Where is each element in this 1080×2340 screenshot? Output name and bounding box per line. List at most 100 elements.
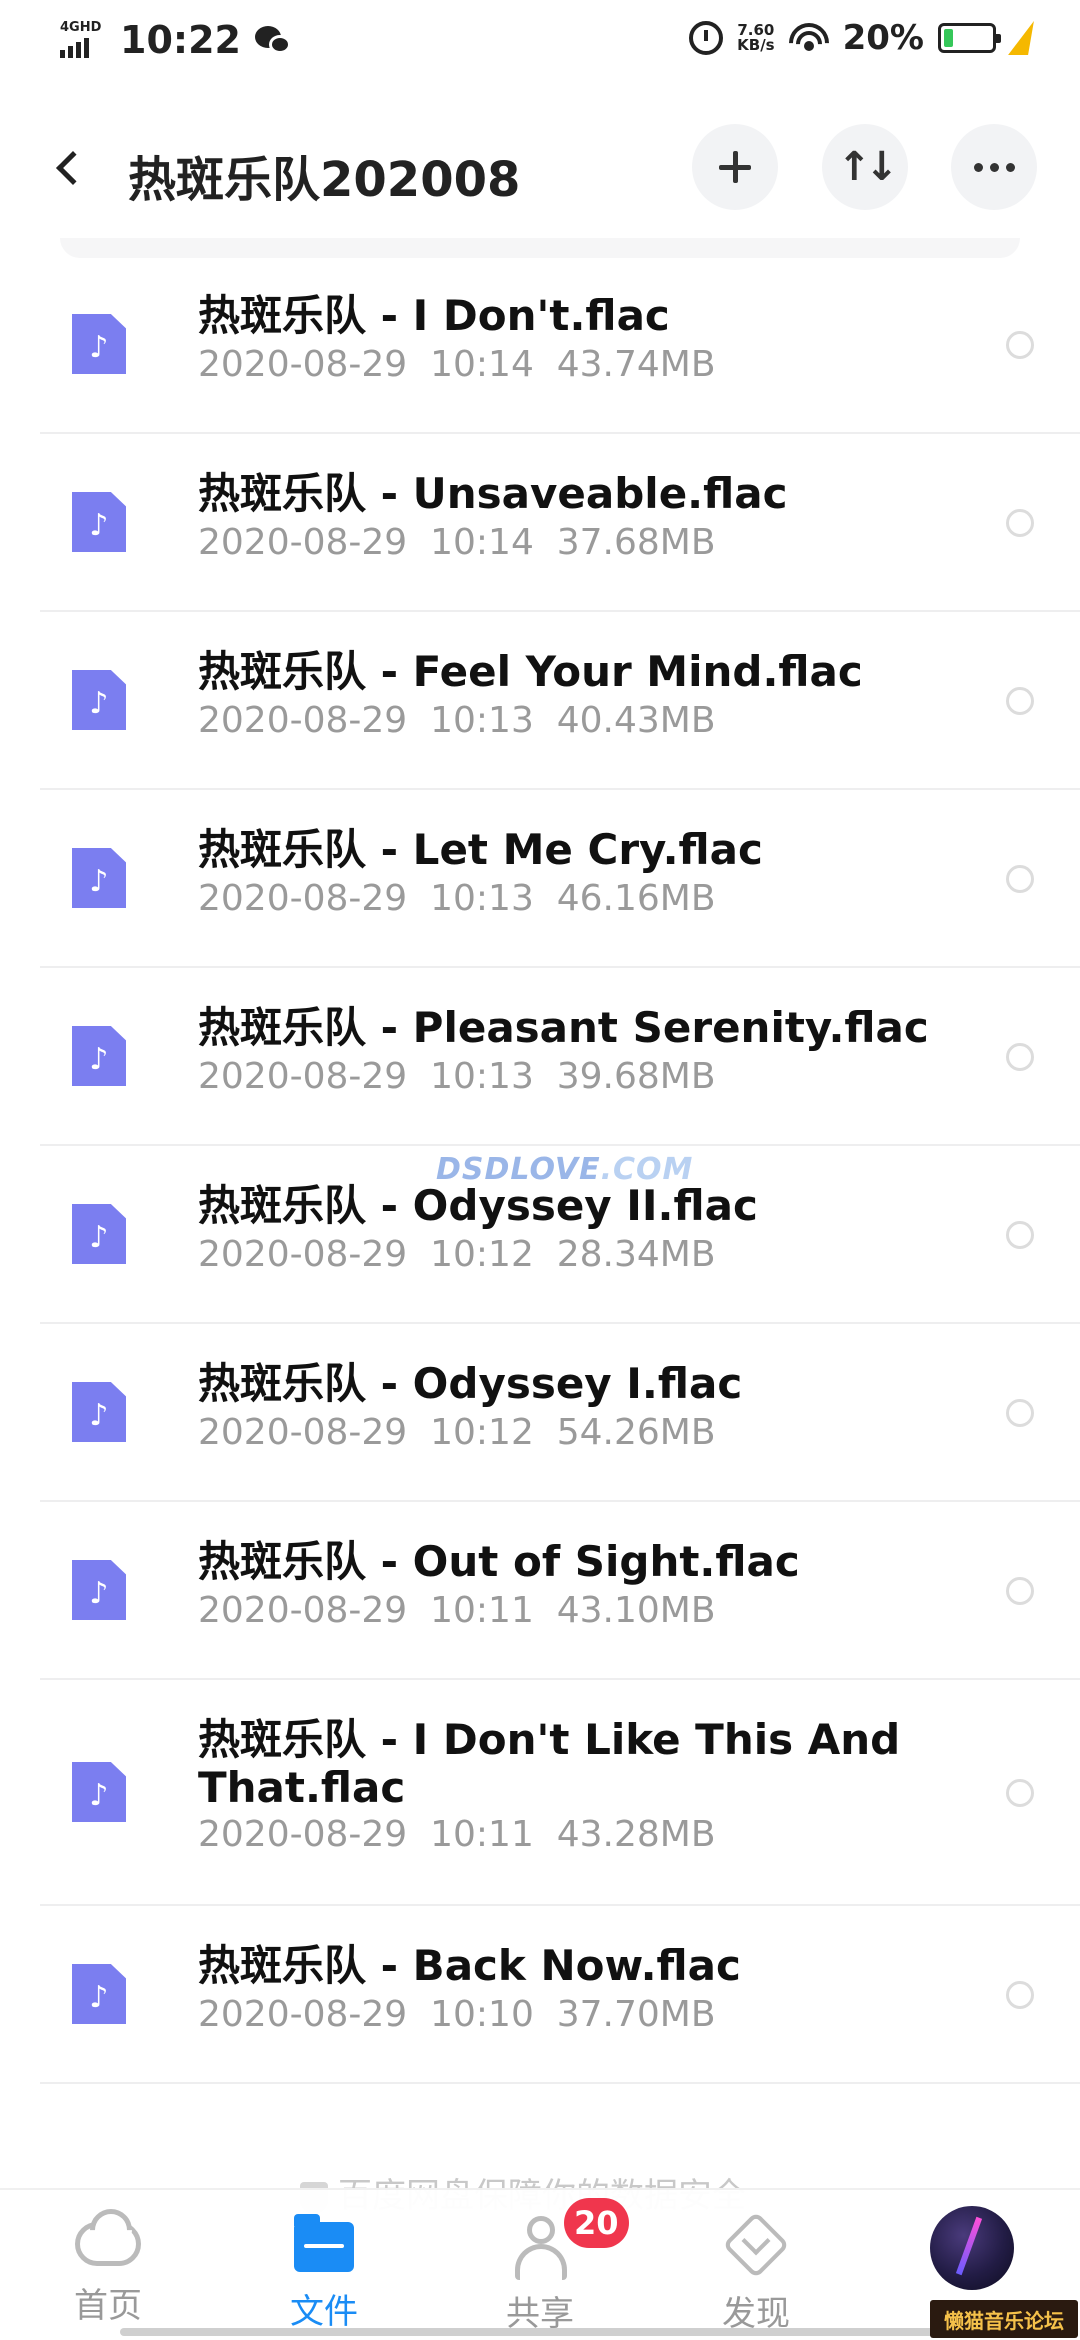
discover-icon <box>722 2211 790 2279</box>
file-meta: 2020-08-29 10:11 43.28MB <box>198 1814 716 1855</box>
nav-files[interactable]: 文件 <box>254 2210 394 2340</box>
nav-home[interactable]: 首页 <box>38 2210 178 2340</box>
share-badge: 20 <box>564 2198 629 2248</box>
file-meta: 2020-08-29 10:11 43.10MB <box>198 1590 716 1631</box>
music-file-icon: ♪ <box>72 670 126 730</box>
home-indicator[interactable] <box>120 2328 960 2336</box>
nav-home-label: 首页 <box>74 2286 142 2326</box>
file-meta: 2020-08-29 10:13 46.16MB <box>198 878 716 919</box>
music-file-icon: ♪ <box>72 314 126 374</box>
file-row[interactable]: ♪ 热斑乐队 - Back Now.flac 2020-08-29 10:10 37… <box>0 1906 1080 2084</box>
cellular-signal-icon: 4GHD <box>60 20 106 60</box>
file-meta: 2020-08-29 10:12 54.26MB <box>198 1412 716 1453</box>
file-row[interactable]: ♪ 热斑乐队 - Pleasant Serenity.flac 2020-08-29… <box>0 968 1080 1146</box>
list-top-edge <box>60 238 1020 258</box>
file-name: 热斑乐队 - Odyssey I.flac <box>198 1359 743 1408</box>
file-date: 2020-08-29 <box>198 1814 408 1855</box>
file-name: 热斑乐队 - Unsaveable.flac <box>198 469 788 518</box>
file-name: 热斑乐队 - Feel Your Mind.flac <box>198 647 863 696</box>
wifi-icon <box>788 21 829 55</box>
select-checkbox[interactable] <box>1006 1043 1034 1071</box>
select-checkbox[interactable] <box>1006 865 1034 893</box>
file-meta: 2020-08-29 10:12 28.34MB <box>198 1234 716 1275</box>
select-checkbox[interactable] <box>1006 1981 1034 2009</box>
file-meta: 2020-08-29 10:10 37.70MB <box>198 1994 716 2035</box>
add-button[interactable] <box>692 124 778 210</box>
app-header: 热斑乐队202008 ↑↓ <box>0 84 1080 252</box>
select-checkbox[interactable] <box>1006 1399 1034 1427</box>
file-time: 10:12 <box>430 1412 534 1453</box>
select-checkbox[interactable] <box>1006 1221 1034 1249</box>
avatar-icon[interactable] <box>930 2206 1014 2290</box>
file-row[interactable]: ♪ 热斑乐队 - Out of Sight.flac 2020-08-29 10:1… <box>0 1502 1080 1680</box>
file-time: 10:11 <box>430 1814 534 1855</box>
file-size: 28.34MB <box>556 1234 716 1275</box>
charging-icon <box>1008 21 1044 55</box>
back-button[interactable] <box>44 136 92 200</box>
file-name: 热斑乐队 - Odyssey II.flac <box>198 1181 758 1230</box>
select-checkbox[interactable] <box>1006 1577 1034 1605</box>
network-type: 4GHD <box>60 20 102 35</box>
file-time: 10:10 <box>430 1994 534 2035</box>
select-checkbox[interactable] <box>1006 687 1034 715</box>
alarm-icon <box>689 21 724 55</box>
screen: 4GHD 10:22 7.60 KB/s 20% 热斑乐队202008 ↑↓ ♪… <box>0 0 1080 2340</box>
file-row[interactable]: ♪ 热斑乐队 - Unsaveable.flac 2020-08-29 10:14 … <box>0 434 1080 612</box>
file-date: 2020-08-29 <box>198 344 408 385</box>
file-name: 热斑乐队 - Out of Sight.flac <box>198 1537 800 1586</box>
bottom-nav: 首页 文件 共享 发现 <box>0 2188 1080 2340</box>
file-row[interactable]: ♪ 热斑乐队 - I Don't.flac 2020-08-29 10:14 43.… <box>0 256 1080 434</box>
battery-icon <box>938 23 1001 53</box>
file-size: 39.68MB <box>556 1056 716 1097</box>
select-checkbox[interactable] <box>1006 509 1034 537</box>
music-file-icon: ♪ <box>72 848 126 908</box>
file-size: 37.70MB <box>556 1994 716 2035</box>
select-checkbox[interactable] <box>1006 1779 1034 1807</box>
battery-percent: 20% <box>842 18 924 58</box>
file-date: 2020-08-29 <box>198 1234 408 1275</box>
select-checkbox[interactable] <box>1006 331 1034 359</box>
forum-watermark: 懒猫音乐论坛 <box>930 2300 1078 2338</box>
file-name: 热斑乐队 - Pleasant Serenity.flac <box>198 1003 929 1052</box>
more-button[interactable] <box>951 124 1037 210</box>
file-size: 46.16MB <box>556 878 716 919</box>
file-time: 10:11 <box>430 1590 534 1631</box>
file-date: 2020-08-29 <box>198 1994 408 2035</box>
file-row[interactable]: ♪ 热斑乐队 - Odyssey I.flac 2020-08-29 10:12 5… <box>0 1324 1080 1502</box>
music-file-icon: ♪ <box>72 1964 126 2024</box>
music-file-icon: ♪ <box>72 1204 126 1264</box>
file-date: 2020-08-29 <box>198 878 408 919</box>
file-meta: 2020-08-29 10:14 37.68MB <box>198 522 716 563</box>
file-size: 43.10MB <box>556 1590 716 1631</box>
network-speed: 7.60 KB/s <box>737 21 775 54</box>
status-bar: 4GHD 10:22 7.60 KB/s 20% <box>0 0 1080 84</box>
sort-icon: ↑↓ <box>837 144 898 190</box>
file-name: 热斑乐队 - Back Now.flac <box>198 1941 741 1990</box>
status-time: 10:22 <box>120 18 241 62</box>
file-date: 2020-08-29 <box>198 1590 408 1631</box>
file-size: 43.28MB <box>556 1814 716 1855</box>
sort-button[interactable]: ↑↓ <box>822 124 908 210</box>
more-icon <box>973 162 1015 172</box>
chevron-left-icon <box>56 151 90 185</box>
file-meta: 2020-08-29 10:13 39.68MB <box>198 1056 716 1097</box>
file-date: 2020-08-29 <box>198 522 408 563</box>
nav-files-label: 文件 <box>290 2292 358 2332</box>
file-row[interactable]: ♪ 热斑乐队 - Let Me Cry.flac 2020-08-29 10:13 … <box>0 790 1080 968</box>
wechat-icon <box>254 24 291 56</box>
file-name: 热斑乐队 - I Don't.flac <box>198 291 670 340</box>
file-date: 2020-08-29 <box>198 700 408 741</box>
music-file-icon: ♪ <box>72 492 126 552</box>
file-date: 2020-08-29 <box>198 1056 408 1097</box>
file-size: 37.68MB <box>556 522 716 563</box>
file-name: 热斑乐队 - I Don't Like This And That.flac <box>198 1715 901 1812</box>
file-row[interactable]: ♪ 热斑乐队 - I Don't Like This And That.flac 2… <box>0 1680 1080 1906</box>
file-row[interactable]: ♪ 热斑乐队 - Feel Your Mind.flac 2020-08-29 10… <box>0 612 1080 790</box>
folder-title: 热斑乐队202008 <box>128 152 521 208</box>
nav-discover[interactable]: 发现 <box>686 2210 826 2340</box>
file-date: 2020-08-29 <box>198 1412 408 1453</box>
music-file-icon: ♪ <box>72 1762 126 1822</box>
file-size: 43.74MB <box>556 344 716 385</box>
file-time: 10:14 <box>430 344 534 385</box>
music-file-icon: ♪ <box>72 1026 126 1086</box>
